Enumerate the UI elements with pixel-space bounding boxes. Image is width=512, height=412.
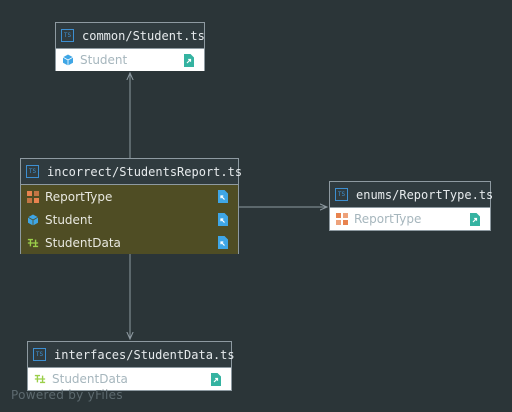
enum-icon [336, 213, 348, 225]
member-label: StudentData [52, 372, 128, 386]
member-label: StudentData [45, 235, 121, 250]
node-title: enums/ReportType.ts [356, 187, 494, 202]
watermark: Powered by yFiles [11, 388, 123, 402]
node-title: incorrect/StudentsReport.ts [47, 164, 243, 179]
member-label: Student [80, 53, 128, 67]
member-row-studentdata[interactable]: StudentData [21, 231, 238, 254]
cube-icon [62, 54, 74, 66]
node-enums-report-type[interactable]: TS enums/ReportType.ts ReportType [329, 181, 494, 231]
file-import-icon [218, 213, 228, 226]
typescript-file-icon: TS [26, 165, 39, 178]
cube-icon [27, 214, 39, 225]
file-export-icon [470, 213, 480, 226]
typescript-file-icon: TS [33, 348, 46, 361]
interface-icon [34, 374, 46, 384]
member-row-reporttype[interactable]: ReportType [21, 185, 238, 208]
node-common-student[interactable]: TS common/Student.ts Student [55, 22, 205, 71]
node-header: TS interfaces/StudentData.ts [28, 342, 235, 368]
file-import-icon [218, 236, 228, 249]
node-header: TS incorrect/StudentsReport.ts [21, 159, 242, 185]
file-export-icon [211, 373, 221, 386]
enum-icon [27, 190, 39, 203]
node-header: TS enums/ReportType.ts [330, 182, 494, 208]
node-title: interfaces/StudentData.ts [54, 347, 235, 362]
member-row-student[interactable]: Student [56, 49, 204, 71]
interface-icon [27, 238, 39, 247]
typescript-file-icon: TS [61, 29, 74, 42]
member-label: ReportType [45, 189, 113, 204]
member-label: ReportType [354, 212, 422, 226]
file-import-icon [218, 190, 228, 203]
member-row-student[interactable]: Student [21, 208, 238, 231]
node-interfaces-student-data[interactable]: TS interfaces/StudentData.ts StudentData [27, 341, 235, 391]
member-row-studentdata[interactable]: StudentData [28, 368, 231, 390]
node-header: TS common/Student.ts [56, 23, 205, 49]
member-label: Student [45, 212, 93, 227]
member-row-reporttype[interactable]: ReportType [330, 208, 490, 230]
typescript-file-icon: TS [335, 188, 348, 201]
node-incorrect-students-report[interactable]: TS incorrect/StudentsReport.ts ReportTyp… [20, 158, 242, 254]
file-export-icon [184, 54, 194, 67]
node-title: common/Student.ts [82, 28, 205, 43]
